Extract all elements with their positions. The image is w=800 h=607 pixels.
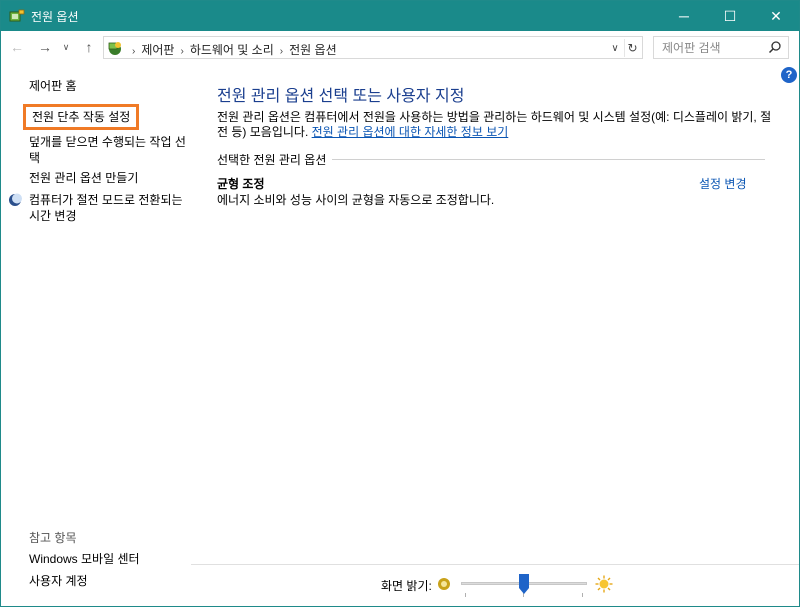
sidebar-item-lid-close-action[interactable]: 덮개를 닫으면 수행되는 작업 선택 [29,134,189,166]
bright-sun-icon [595,575,613,593]
forward-button[interactable]: → [35,37,55,57]
refresh-icon: ↻ [627,41,638,55]
dim-brightness-icon [438,578,450,590]
brightness-bar: 화면 밝기: [191,564,799,606]
page-title: 전원 관리 옵션 선택 또는 사용자 지정 [217,88,465,105]
sidebar-item-mobility-center[interactable]: Windows 모바일 센터 [29,551,140,567]
close-button[interactable]: ✕ [753,1,799,31]
breadcrumb-power-options[interactable]: 전원 옵션 [289,43,337,57]
title-bar: 전원 옵션 ─ ☐ ✕ [1,1,799,31]
navigation-bar: ← → ∨ ↑ › 제어판 › 하드웨어 및 소리 › 전원 옵션 ∨ ↻ [1,31,799,64]
maximize-icon: ☐ [723,7,737,24]
refresh-button[interactable]: ↻ [624,39,640,57]
more-info-link[interactable]: 전원 관리 옵션에 대한 자세한 정보 보기 [312,125,509,139]
breadcrumb-separator: › [132,46,136,57]
main-content: 전원 관리 옵션 선택 또는 사용자 지정 전원 관리 옵션은 컴퓨터에서 전원… [191,64,799,564]
close-icon: ✕ [770,7,782,24]
brightness-label: 화면 밝기: [381,579,432,593]
see-also-heading: 참고 항목 [29,531,77,545]
slider-thumb[interactable] [519,574,529,594]
back-button[interactable]: ← [7,37,27,57]
slider-tick [465,593,466,597]
page-description: 전원 관리 옵션은 컴퓨터에서 전원을 사용하는 방법을 관리하는 하드웨어 및… [217,110,773,140]
control-panel-icon [108,42,121,55]
breadcrumb-control-panel[interactable]: 제어판 [141,43,174,57]
up-arrow-icon: ↑ [85,39,93,55]
recent-locations-button[interactable]: ∨ [59,37,73,57]
sidebar-item-sleep-timing[interactable]: 컴퓨터가 절전 모드로 전환되는 시간 변경 [29,192,189,224]
sidebar-item-power-button-settings[interactable]: 전원 단추 작동 설정 [23,104,140,130]
chevron-down-icon: ∨ [611,42,619,54]
forward-arrow-icon: → [38,39,52,55]
chevron-down-icon: ∨ [62,41,70,52]
search-box[interactable] [653,36,789,59]
window-title: 전원 옵션 [31,10,79,24]
sidebar: 제어판 홈 전원 단추 작동 설정 덮개를 닫으면 수행되는 작업 선택 전원 … [1,64,191,606]
breadcrumb-separator[interactable]: › [280,46,283,57]
plan-name: 균형 조정 [217,177,265,191]
address-bar[interactable]: › 제어판 › 하드웨어 및 소리 › 전원 옵션 ∨ ↻ [103,36,643,59]
sidebar-item-control-panel-home[interactable]: 제어판 홈 [29,78,77,94]
sidebar-item-user-accounts[interactable]: 사용자 계정 [29,573,88,589]
breadcrumb: › 제어판 › 하드웨어 및 소리 › 전원 옵션 [126,41,337,58]
search-input[interactable] [654,37,764,58]
brightness-slider[interactable] [461,573,587,597]
breadcrumb-separator[interactable]: › [180,46,183,57]
power-options-icon [9,9,25,22]
address-dropdown-button[interactable]: ∨ [608,40,622,56]
minimize-button[interactable]: ─ [661,1,707,31]
maximize-button[interactable]: ☐ [707,1,753,31]
sidebar-item-create-power-plan[interactable]: 전원 관리 옵션 만들기 [29,170,138,186]
section-header: 선택한 전원 관리 옵션 [217,151,765,168]
change-plan-settings-link[interactable]: 설정 변경 [699,175,747,192]
search-icon[interactable] [768,40,782,54]
moon-icon [9,193,22,206]
power-options-window: 전원 옵션 ─ ☐ ✕ ← → ∨ ↑ › 제어판 › 하드웨어 및 소리 › 전원 옵션… [0,0,800,607]
back-arrow-icon: ← [10,39,24,55]
minimize-icon: ─ [679,8,689,24]
up-button[interactable]: ↑ [79,37,99,57]
slider-tick [582,593,583,597]
section-label: 선택한 전원 관리 옵션 [217,151,333,168]
plan-description: 에너지 소비와 성능 사이의 균형을 자동으로 조정합니다. [217,193,495,207]
breadcrumb-hardware-sound[interactable]: 하드웨어 및 소리 [190,43,274,57]
